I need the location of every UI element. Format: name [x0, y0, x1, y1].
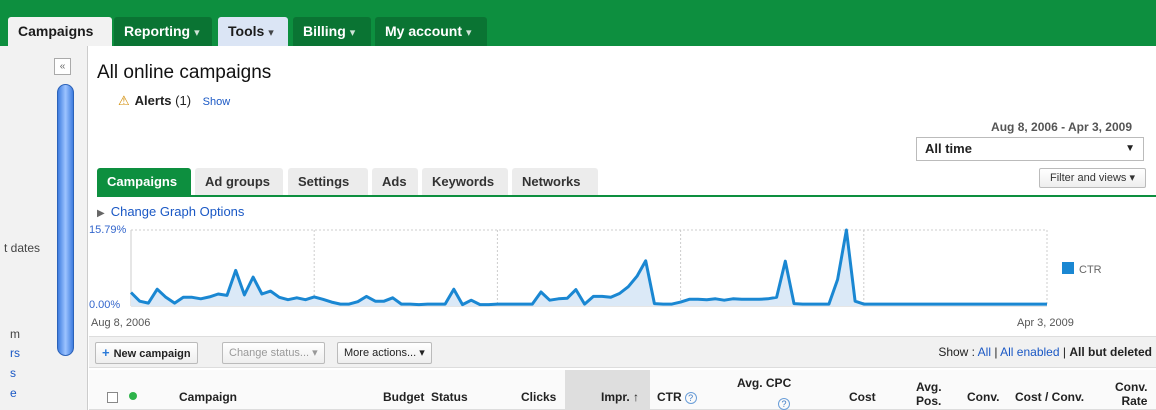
col-avg-pos[interactable]: Avg. Pos.	[916, 380, 942, 408]
legend-label-ctr: CTR	[1079, 264, 1102, 276]
sidebar-link-fragment[interactable]: e	[10, 386, 17, 400]
table-header: Campaign Budget Status Clicks Impr. ↑ CT…	[89, 370, 1156, 410]
col-clicks[interactable]: Clicks	[521, 390, 556, 404]
tab-networks[interactable]: Networks	[512, 168, 598, 196]
legend-swatch	[1062, 262, 1074, 274]
page-title: All online campaigns	[97, 62, 272, 83]
col-avg-cpc-help: ?	[775, 396, 790, 410]
plus-icon: +	[102, 345, 110, 360]
y-tick-label-min: 0.00%	[89, 299, 120, 311]
status-dot-icon	[129, 392, 137, 400]
help-icon[interactable]: ?	[684, 392, 697, 404]
tab-underline	[97, 195, 1156, 197]
date-range-label: Aug 8, 2006 - Apr 3, 2009	[991, 120, 1132, 134]
more-actions-dropdown[interactable]: More actions... ▾	[337, 342, 432, 364]
col-conv-rate-line2: Rate	[1121, 394, 1148, 408]
dropdown-arrow-icon: ▼	[1125, 143, 1135, 154]
filter-and-views-button[interactable]: Filter and views ▾	[1039, 168, 1146, 188]
tab-ad-groups[interactable]: Ad groups	[195, 168, 283, 196]
chevron-down-icon: ▾	[268, 27, 274, 39]
nav-tab-my-account[interactable]: My account ▾	[375, 17, 487, 46]
collapse-sidebar-button[interactable]: «	[54, 58, 71, 75]
col-impr[interactable]: Impr. ↑	[601, 390, 639, 404]
col-ctr[interactable]: CTR?	[657, 390, 697, 404]
alerts-bar: ⚠ Alerts (1) Show	[118, 93, 230, 109]
x-tick-label-start: Aug 8, 2006	[91, 317, 150, 329]
col-avg-pos-line2: Pos.	[916, 394, 942, 408]
col-cost-per-conv[interactable]: Cost / Conv.	[1015, 390, 1084, 404]
nav-tab-label: Billing	[303, 23, 346, 39]
campaign-toolbar: + New campaign Change status... ▾ More ac…	[89, 336, 1156, 368]
col-conv-rate-line1: Conv.	[1115, 380, 1148, 394]
top-navigation-bar: Campaigns Reporting ▾ Tools ▾ Billing ▾ My …	[0, 0, 1156, 46]
date-range-value: All time	[925, 141, 972, 156]
date-range-select[interactable]: All time ▼	[916, 137, 1144, 161]
nav-tab-reporting[interactable]: Reporting ▾	[114, 17, 212, 46]
graph-options-label: Change Graph Options	[110, 204, 245, 219]
change-graph-options-link[interactable]: ▶ Change Graph Options	[97, 204, 244, 219]
nav-tab-label: My account	[385, 23, 463, 39]
show-all-enabled-link[interactable]: All enabled	[1000, 345, 1059, 359]
col-campaign[interactable]: Campaign	[179, 390, 237, 404]
expand-triangle-icon: ▶	[97, 208, 105, 219]
ctr-area-fill	[131, 230, 1047, 306]
tab-settings[interactable]: Settings	[288, 168, 368, 196]
ctr-series-line	[129, 228, 1047, 307]
new-campaign-button[interactable]: + New campaign	[95, 342, 198, 364]
select-all-checkbox[interactable]	[107, 392, 118, 403]
nav-tab-billing[interactable]: Billing ▾	[293, 17, 371, 46]
alerts-count: (1)	[175, 93, 192, 108]
nav-tab-label: Reporting	[124, 23, 191, 39]
new-campaign-label: New campaign	[113, 348, 191, 360]
left-sidebar: « t dates m rs s e	[0, 46, 88, 410]
x-tick-label-end: Apr 3, 2009	[1017, 317, 1074, 329]
sidebar-text-fragment: m	[10, 327, 20, 341]
col-conv[interactable]: Conv.	[967, 390, 999, 404]
col-status[interactable]: Status	[431, 390, 468, 404]
sidebar-link-fragment[interactable]: rs	[10, 346, 20, 360]
nav-tab-campaigns[interactable]: Campaigns	[8, 17, 112, 46]
sidebar-scrollbar[interactable]	[57, 84, 74, 356]
nav-tab-label: Campaigns	[18, 23, 94, 39]
tab-keywords[interactable]: Keywords	[422, 168, 508, 196]
tab-campaigns[interactable]: Campaigns	[97, 168, 191, 196]
ctr-chart: 15.79% 0.00% Aug 8, 2006 Apr 3, 2009 CTR	[89, 224, 1102, 329]
nav-tab-tools[interactable]: Tools ▾	[218, 17, 288, 46]
show-all-link[interactable]: All	[978, 345, 991, 359]
help-icon[interactable]: ?	[778, 398, 790, 410]
alerts-show-link[interactable]: Show	[203, 96, 231, 108]
show-label: Show :	[938, 345, 975, 359]
alerts-label: Alerts	[134, 93, 172, 108]
col-budget[interactable]: Budget	[383, 390, 424, 404]
col-cost[interactable]: Cost	[849, 390, 876, 404]
y-tick-label-max: 15.79%	[89, 224, 127, 236]
change-status-dropdown[interactable]: Change status... ▾	[222, 342, 325, 364]
chevron-down-icon: ▾	[194, 27, 200, 39]
sidebar-text-fragment: t dates	[4, 241, 41, 255]
show-all-but-deleted: All but deleted	[1069, 345, 1152, 359]
warning-icon: ⚠	[118, 93, 130, 108]
tab-ads[interactable]: Ads	[372, 168, 418, 196]
col-avg-pos-line1: Avg.	[916, 380, 942, 394]
chevron-down-icon: ▾	[349, 27, 356, 39]
col-ctr-label: CTR	[657, 390, 682, 404]
nav-tab-label: Tools	[228, 23, 265, 39]
show-filter: Show : All | All enabled | All but delet…	[938, 345, 1152, 359]
main-content: All online campaigns ⚠ Alerts (1) Show Au…	[89, 46, 1156, 410]
col-avg-cpc[interactable]: Avg. CPC	[737, 376, 791, 390]
chevron-down-icon: ▾	[466, 27, 472, 39]
col-conv-rate[interactable]: Conv. Rate	[1115, 380, 1147, 408]
sidebar-link-fragment[interactable]: s	[10, 366, 16, 380]
